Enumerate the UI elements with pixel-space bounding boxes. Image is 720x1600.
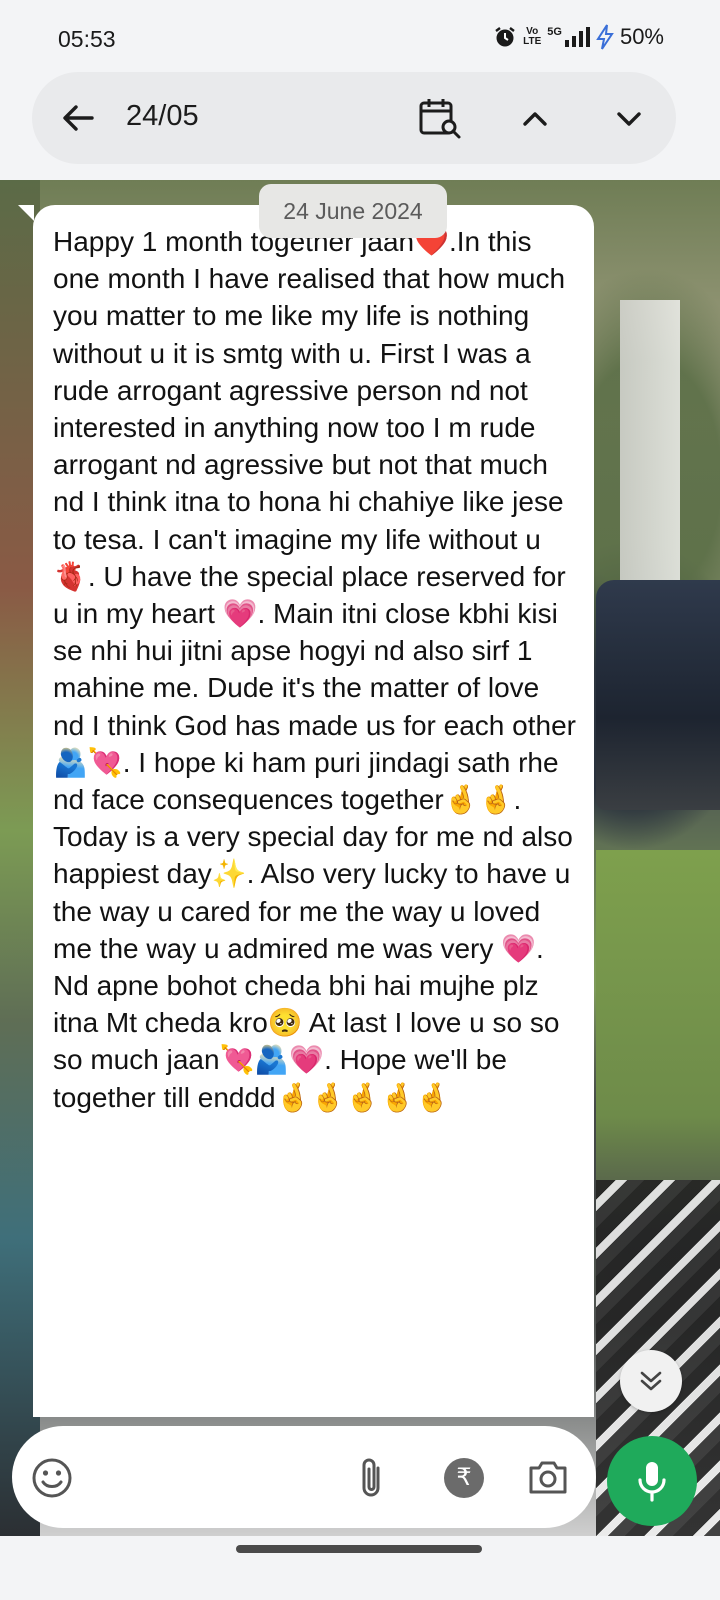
rupee-icon: ₹	[456, 1464, 472, 1491]
search-previous-button[interactable]	[518, 102, 552, 136]
message-bubble[interactable]: Happy 1 month together jaan❤️.In this on…	[33, 205, 594, 1417]
network-type: 5G	[547, 26, 562, 38]
message-text: Happy 1 month together jaan❤️.In this on…	[53, 226, 584, 1113]
search-header: 24/05	[32, 72, 676, 164]
back-button[interactable]	[58, 98, 98, 138]
bubble-tail	[18, 205, 34, 221]
search-query-text[interactable]: 24/05	[126, 100, 199, 133]
status-bar: 05:53 Vo LTE 5G 50%	[0, 0, 720, 80]
scroll-to-bottom-button[interactable]	[620, 1350, 682, 1412]
voice-message-button[interactable]	[607, 1436, 697, 1526]
calendar-search-button[interactable]	[418, 96, 462, 140]
date-chip: 24 June 2024	[259, 184, 447, 238]
status-icons: Vo LTE 5G 50%	[493, 24, 664, 50]
wallpaper-car	[596, 580, 720, 810]
emoji-icon	[32, 1458, 72, 1498]
attach-icon	[362, 1458, 380, 1497]
volte-icon: Vo LTE	[523, 26, 542, 47]
alarm-icon	[493, 25, 517, 49]
mic-icon	[638, 1462, 666, 1502]
search-next-button[interactable]	[612, 102, 646, 136]
chevron-up-icon	[523, 112, 547, 126]
signal-icon: 5G	[547, 26, 590, 48]
camera-icon	[529, 1461, 567, 1494]
home-indicator[interactable]	[236, 1545, 482, 1553]
emoji-button[interactable]	[30, 1456, 74, 1500]
camera-button[interactable]	[528, 1458, 568, 1496]
attach-button[interactable]	[354, 1456, 390, 1500]
payment-button[interactable]: ₹	[444, 1458, 484, 1498]
wallpaper-grass	[596, 850, 720, 1230]
chevron-down-icon	[617, 112, 641, 126]
back-arrow-icon	[63, 105, 94, 131]
calendar-search-icon	[419, 99, 461, 139]
charging-icon	[596, 24, 614, 50]
compose-bar[interactable]: ₹	[12, 1426, 596, 1528]
battery-percent: 50%	[619, 24, 664, 49]
status-time: 05:53	[58, 26, 116, 52]
double-chevron-down-icon	[640, 1371, 662, 1391]
